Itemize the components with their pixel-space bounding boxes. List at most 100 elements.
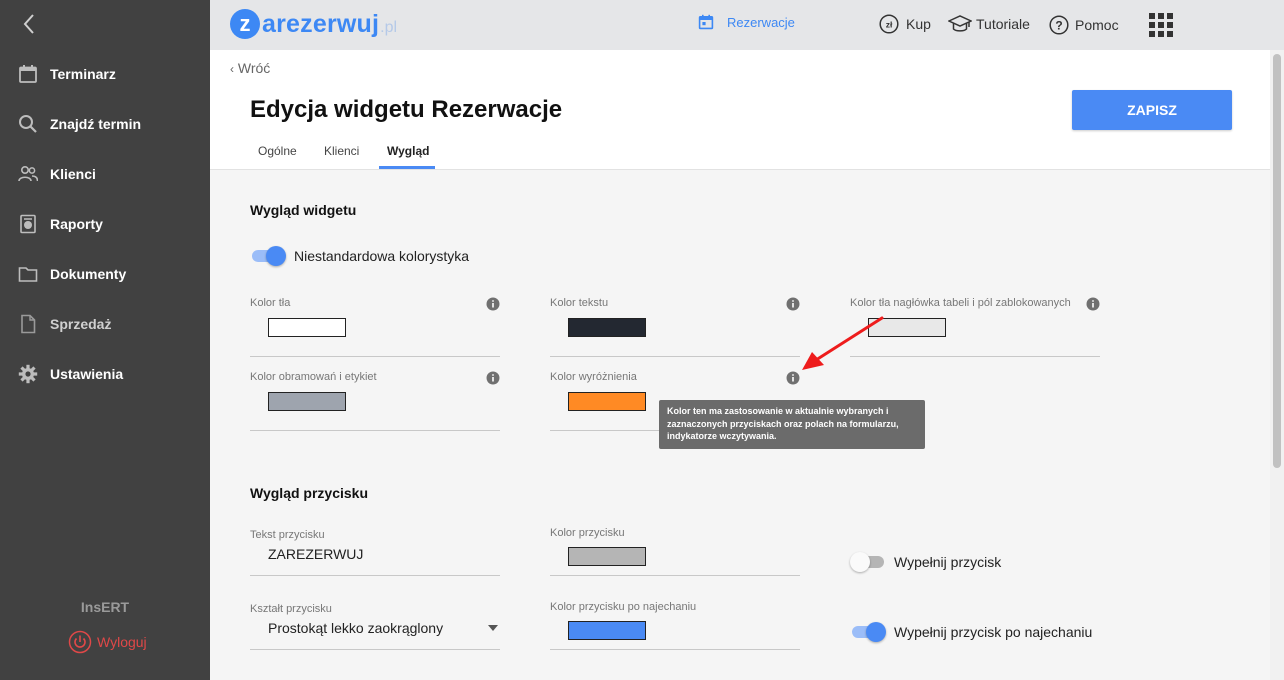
fill-button-toggle[interactable] xyxy=(850,552,886,572)
nav-label: Tutoriale xyxy=(976,16,1030,32)
nav-label: Kup xyxy=(906,16,931,32)
logout-button[interactable]: Wyloguj xyxy=(68,630,147,654)
field-label: Kolor tła nagłówka tabeli i pól zablokow… xyxy=(850,297,1071,309)
fill-button-label: Wypełnij przycisk xyxy=(894,554,1002,570)
field-label: Kolor wyróżnienia xyxy=(550,371,637,383)
info-icon[interactable] xyxy=(486,297,500,311)
sidebar-item-znajdz-termin[interactable]: Znajdź termin xyxy=(0,104,210,144)
save-button[interactable]: ZAPISZ xyxy=(1072,90,1232,130)
svg-text:?: ? xyxy=(1055,19,1062,33)
button-color-swatch[interactable] xyxy=(568,547,646,566)
brand-name: InsERT xyxy=(80,599,130,615)
calendar-icon xyxy=(698,14,714,30)
borders-color-swatch[interactable] xyxy=(268,392,346,411)
sidebar-item-ustawienia[interactable]: Ustawienia xyxy=(0,354,210,394)
sidebar: Terminarz Znajdź termin Klienci Raporty … xyxy=(0,0,210,680)
section-title-widget-look: Wygląd widgetu xyxy=(250,202,357,218)
field-label: Kolor tła xyxy=(250,297,291,309)
chevron-left-icon: ‹ xyxy=(230,62,234,76)
button-hover-color-swatch[interactable] xyxy=(568,621,646,640)
sidebar-item-label: Klienci xyxy=(50,166,96,182)
field-label: Kształt przycisku xyxy=(250,603,332,615)
gear-icon xyxy=(18,364,38,384)
nav-tutorials[interactable]: Tutoriale xyxy=(948,14,1030,34)
tab-wyglad[interactable]: Wygląd xyxy=(387,144,429,158)
people-icon xyxy=(18,165,38,182)
annotation-arrow-icon xyxy=(802,316,884,370)
button-hover-color-field: Kolor przycisku po najechaniu xyxy=(550,601,800,650)
field-label: Kolor tekstu xyxy=(550,297,609,309)
report-icon xyxy=(20,214,36,234)
logo-mark: z xyxy=(230,9,260,39)
sidebar-item-label: Ustawienia xyxy=(50,366,124,382)
logo-suffix: .pl xyxy=(380,19,398,36)
text-color-swatch[interactable] xyxy=(568,318,646,337)
tab-ogolne[interactable]: Ogólne xyxy=(258,144,297,158)
sidebar-item-dokumenty[interactable]: Dokumenty xyxy=(0,254,210,294)
background-color-field: Kolor tła xyxy=(250,297,500,357)
highlight-color-swatch[interactable] xyxy=(568,392,646,411)
scrollbar-thumb[interactable] xyxy=(1273,54,1281,468)
nav-buy[interactable]: zł Kup xyxy=(879,14,931,34)
nav-label: Pomoc xyxy=(1075,17,1119,33)
toggle-knob xyxy=(866,622,886,642)
toggle-knob xyxy=(850,552,870,572)
field-label: Kolor przycisku po najechaniu xyxy=(550,601,697,613)
graduation-cap-icon xyxy=(948,15,972,32)
text-color-field: Kolor tekstu xyxy=(550,297,800,357)
logo-text: arezerwuj xyxy=(262,9,380,38)
fill-button-hover-toggle[interactable] xyxy=(850,622,886,642)
folder-icon xyxy=(18,267,38,282)
sidebar-item-terminarz[interactable]: Terminarz xyxy=(0,54,210,94)
page-header: ‹ Wróć Edycja widgetu Rezerwacje ZAPISZ … xyxy=(210,50,1270,170)
highlight-color-tooltip: Kolor ten ma zastosowanie w aktualnie wy… xyxy=(659,400,925,449)
sidebar-item-label: Raporty xyxy=(50,216,103,232)
info-icon[interactable] xyxy=(786,297,800,311)
info-icon[interactable] xyxy=(1086,297,1100,311)
back-link[interactable]: ‹ Wróć xyxy=(230,60,270,76)
sidebar-item-raporty[interactable]: Raporty xyxy=(0,204,210,244)
button-color-field: Kolor przycisku xyxy=(550,527,800,576)
apps-grid-icon[interactable] xyxy=(1148,12,1174,38)
button-text-field: Tekst przycisku ZAREZERWUJ xyxy=(250,529,500,576)
top-bar: z arezerwuj .pl Rezerwacje zł Kup Tutori… xyxy=(210,0,1284,50)
toggle-knob xyxy=(266,246,286,266)
button-text-input[interactable]: ZAREZERWUJ xyxy=(268,546,363,562)
tab-klienci[interactable]: Klienci xyxy=(324,144,359,158)
sidebar-item-label: Terminarz xyxy=(50,66,116,82)
custom-colors-toggle[interactable] xyxy=(250,246,286,266)
chevron-left-icon[interactable] xyxy=(18,12,42,36)
svg-text:zł: zł xyxy=(886,20,893,30)
background-color-swatch[interactable] xyxy=(268,318,346,337)
caret-down-icon[interactable] xyxy=(488,625,498,631)
power-icon xyxy=(68,630,92,654)
active-tab-indicator xyxy=(379,166,435,169)
field-label: Tekst przycisku xyxy=(250,529,325,541)
sidebar-item-label: Sprzedaż xyxy=(50,316,112,332)
fill-button-hover-label: Wypełnij przycisk po najechaniu xyxy=(894,624,1093,640)
app-logo[interactable]: z arezerwuj .pl xyxy=(230,8,397,40)
search-icon xyxy=(19,115,37,133)
nav-reservations[interactable]: Rezerwacje xyxy=(698,14,795,30)
calendar-icon xyxy=(19,65,37,83)
field-label: Kolor przycisku xyxy=(550,527,625,539)
button-shape-field: Kształt przycisku Prostokąt lekko zaokrą… xyxy=(250,603,500,650)
button-shape-select[interactable]: Prostokąt lekko zaokrąglony xyxy=(268,620,443,636)
help-icon: ? xyxy=(1049,15,1069,35)
logout-label: Wyloguj xyxy=(97,634,147,650)
field-label: Kolor obramowań i etykiet xyxy=(250,371,377,383)
borders-color-field: Kolor obramowań i etykiet xyxy=(250,371,500,431)
coin-icon: zł xyxy=(879,14,899,34)
page-title: Edycja widgetu Rezerwacje xyxy=(250,96,563,123)
sidebar-item-sprzedaz[interactable]: Sprzedaż xyxy=(0,304,210,344)
vertical-scrollbar[interactable] xyxy=(1270,50,1284,680)
sidebar-item-klienci[interactable]: Klienci xyxy=(0,154,210,194)
nav-help[interactable]: ? Pomoc xyxy=(1049,15,1119,35)
document-icon xyxy=(21,314,36,334)
sidebar-item-label: Znajdź termin xyxy=(50,116,142,132)
section-title-button-look: Wygląd przycisku xyxy=(250,485,369,501)
info-icon[interactable] xyxy=(486,371,500,385)
custom-colors-label: Niestandardowa kolorystyka xyxy=(294,248,470,264)
nav-label: Rezerwacje xyxy=(727,14,795,30)
back-label: Wróć xyxy=(237,60,271,76)
